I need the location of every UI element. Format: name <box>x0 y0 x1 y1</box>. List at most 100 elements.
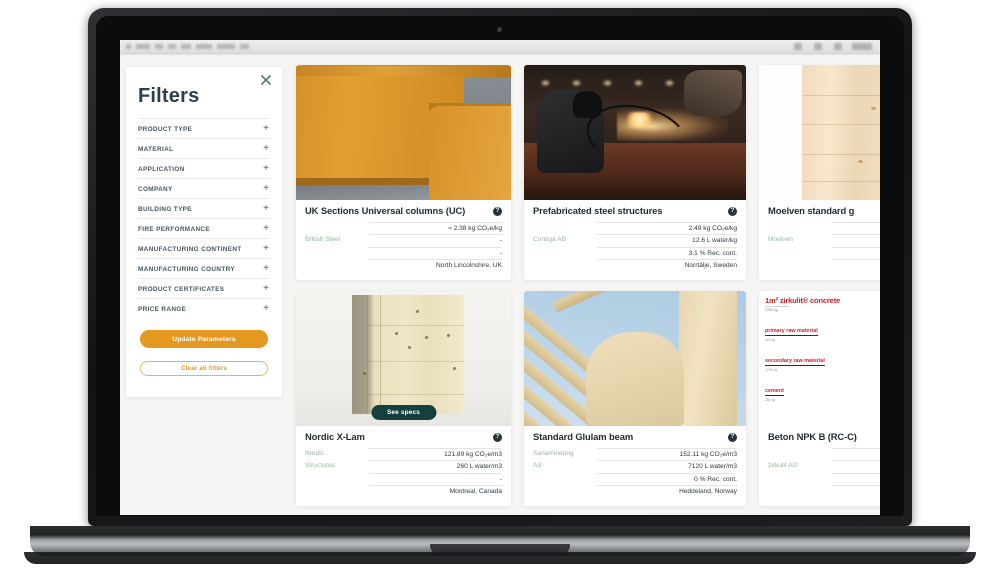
page-title: Filters <box>138 85 200 107</box>
browser-toolbar-icon[interactable] <box>834 43 842 50</box>
filter-label: PRODUCT TYPE <box>138 125 193 133</box>
filter-label: MATERIAL <box>138 145 174 153</box>
diagram-row-label: primary raw material <box>765 328 818 336</box>
spec-co2: 152.11 kg CO₂e/m3 <box>597 447 737 461</box>
close-icon[interactable] <box>259 73 273 87</box>
product-card[interactable]: 1m² zirkulit® concrete 2350 kg primary r… <box>759 291 880 506</box>
product-image-clt-panel: See specs <box>296 291 511 426</box>
filter-label: COMPANY <box>138 185 173 193</box>
company-line: Nordic <box>305 449 325 457</box>
product-title: UK Sections Universal columns (UC) <box>305 205 466 216</box>
info-icon[interactable]: ? <box>728 207 737 216</box>
info-icon[interactable]: ? <box>493 433 502 442</box>
browser-menu-item[interactable] <box>196 44 212 49</box>
filter-label: MANUFACTURING CONTINENT <box>138 245 242 253</box>
sidebar-item-product-certificates[interactable]: PRODUCT CERTIFICATES + <box>138 278 270 298</box>
sidebar-item-manufacturing-continent[interactable]: MANUFACTURING CONTINENT + <box>138 238 270 258</box>
product-company: Nordic Structures <box>305 448 363 498</box>
product-card[interactable]: See specs Nordic X-Lam ? Nordic Structur… <box>296 291 511 506</box>
see-specs-button[interactable]: See specs <box>370 405 437 420</box>
sidebar-item-company[interactable]: COMPANY + <box>138 178 270 198</box>
update-parameters-button[interactable]: Update Parameters <box>140 330 268 348</box>
spec-water <box>832 460 880 473</box>
laptop-mockup: Filters PRODUCT TYPE + MATERIAL + APPLIC… <box>0 0 1000 588</box>
product-image-timber-block <box>759 65 880 200</box>
browser-menu-item[interactable] <box>181 44 191 49</box>
product-grid: UK Sections Universal columns (UC) ? Bri… <box>296 65 880 506</box>
page-content: Filters PRODUCT TYPE + MATERIAL + APPLIC… <box>120 55 880 515</box>
product-card[interactable]: Standard Glulam beam ? Sarlaminering AS … <box>524 291 746 506</box>
company-line: Moelven <box>768 235 793 243</box>
spec-water <box>832 234 880 247</box>
browser-menu-item[interactable] <box>155 44 163 49</box>
company-line: Contiga AB <box>533 235 566 243</box>
spec-location <box>832 259 880 272</box>
diagram-row-value: 520 kg <box>765 338 776 342</box>
product-card[interactable]: UK Sections Universal columns (UC) ? Bri… <box>296 65 511 280</box>
product-title: Standard Glulam beam <box>533 431 634 442</box>
sidebar-item-manufacturing-country[interactable]: MANUFACTURING COUNTRY + <box>138 258 270 278</box>
product-card-body: Beton NPK B (RC-C) zirkulit AG <box>759 426 880 506</box>
spec-recycled: - <box>369 246 502 260</box>
spec-co2 <box>832 447 880 461</box>
browser-toolbar-icon[interactable] <box>794 43 802 50</box>
product-card[interactable]: Moelven standard g Moelven <box>759 65 880 280</box>
plus-icon[interactable]: + <box>263 144 270 154</box>
spec-water: 12.6 L water/kg <box>597 234 737 247</box>
product-company: Contiga AB <box>533 222 591 272</box>
sidebar-item-product-type[interactable]: PRODUCT TYPE + <box>138 118 270 138</box>
plus-icon[interactable]: + <box>263 204 270 214</box>
sidebar-item-price-range[interactable]: PRICE RANGE + <box>138 298 270 318</box>
browser-toolbar-icon[interactable] <box>814 43 822 50</box>
plus-icon[interactable]: + <box>263 124 270 134</box>
sidebar-item-material[interactable]: MATERIAL + <box>138 138 270 158</box>
diagram-title: 1m² zirkulit® concrete <box>765 296 841 305</box>
info-icon[interactable]: ? <box>728 433 737 442</box>
company-line: zirkulit AG <box>768 461 798 469</box>
plus-icon[interactable]: + <box>263 304 270 314</box>
spec-water: - <box>369 234 502 247</box>
spec-water: 260 L water/m3 <box>369 460 502 473</box>
plus-icon[interactable]: + <box>263 184 270 194</box>
diagram-row-label: secondary raw material <box>765 358 825 366</box>
plus-icon[interactable]: + <box>263 264 270 274</box>
product-company: Moelven <box>768 222 826 272</box>
product-image-glulam-roof <box>524 291 746 426</box>
diagram-row: primary raw material 520 kg <box>765 319 880 342</box>
plus-icon[interactable]: + <box>263 224 270 234</box>
clear-all-filters-button[interactable]: Clear all filters <box>140 361 268 376</box>
browser-clock[interactable] <box>852 43 872 50</box>
diagram-title-value: 2350 kg <box>765 306 789 312</box>
spec-co2: ≈ 2.38 kg CO₂e/kg <box>369 221 502 235</box>
sidebar-item-building-type[interactable]: BUILDING TYPE + <box>138 198 270 218</box>
product-card-body: Standard Glulam beam ? Sarlaminering AS … <box>524 426 746 506</box>
filter-label: MANUFACTURING COUNTRY <box>138 265 235 273</box>
diagram-row-value: 1750 kg <box>765 368 778 372</box>
browser-menu-item[interactable] <box>136 44 150 49</box>
filter-actions: Update Parameters Clear all filters <box>138 330 270 376</box>
plus-icon[interactable]: + <box>263 244 270 254</box>
product-card[interactable]: Prefabricated steel structures ? Contiga… <box>524 65 746 280</box>
product-company: Sarlaminering AS <box>533 448 591 498</box>
browser-menu-item[interactable] <box>217 44 235 49</box>
sidebar-item-application[interactable]: APPLICATION + <box>138 158 270 178</box>
product-spec-list <box>832 447 880 498</box>
spec-co2: 2.49 kg CO₂e/kg <box>597 221 737 235</box>
sidebar-item-fire-performance[interactable]: FIRE PERFORMANCE + <box>138 218 270 238</box>
browser-menu-item[interactable] <box>168 44 176 49</box>
filter-label: FIRE PERFORMANCE <box>138 225 210 233</box>
company-line: Sarlaminering <box>533 449 574 457</box>
spec-recycled: - <box>369 472 502 486</box>
info-icon[interactable]: ? <box>493 207 502 216</box>
plus-icon[interactable]: + <box>263 284 270 294</box>
browser-menu-item[interactable] <box>240 44 249 49</box>
company-line: AS <box>533 462 542 470</box>
product-title: Moelven standard g <box>768 205 855 216</box>
spec-water: 7120 L water/m3 <box>597 460 737 473</box>
plus-icon[interactable]: + <box>263 164 270 174</box>
filters-panel: Filters PRODUCT TYPE + MATERIAL + APPLIC… <box>126 67 282 397</box>
company-line: British Steel <box>305 235 341 243</box>
browser-viewport: Filters PRODUCT TYPE + MATERIAL + APPLIC… <box>120 40 880 515</box>
browser-menu-item[interactable] <box>126 44 131 49</box>
spec-location: North Lincolnshire, UK <box>369 259 502 272</box>
